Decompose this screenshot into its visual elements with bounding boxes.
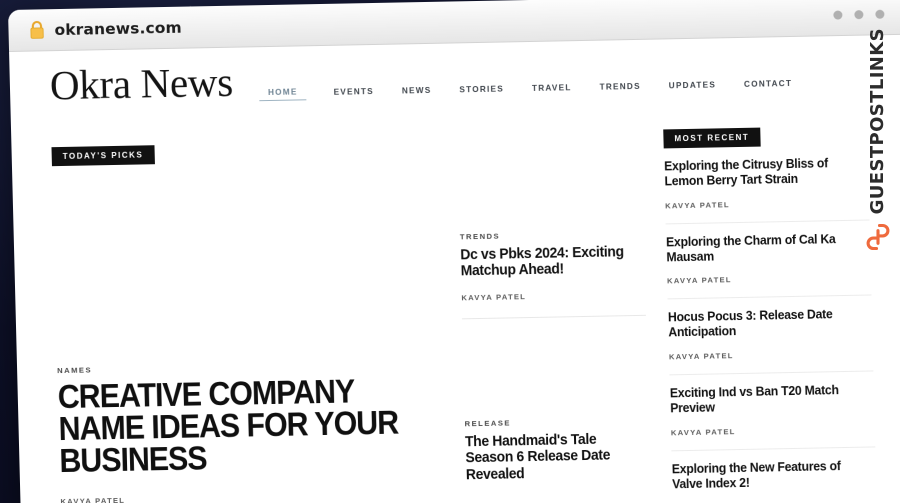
sidebar-article-title[interactable]: Exploring the Citrusy Bliss of Lemon Ber… bbox=[664, 156, 863, 190]
hero-image-placeholder bbox=[52, 159, 447, 366]
site-logo[interactable]: Okra News bbox=[49, 59, 233, 108]
browser-window-stage: okranews.com Okra News HOME EVENTS NEWS STO… bbox=[8, 0, 900, 503]
mid-article[interactable]: RELEASE The Handmaid's Tale Season 6 Rele… bbox=[462, 327, 650, 484]
hero-article[interactable]: NAMES CREATIVE COMPANY NAME IDEAS FOR YO… bbox=[57, 359, 451, 503]
sidebar-article[interactable]: Exploring the New Features of Valve Inde… bbox=[671, 447, 877, 503]
middle-column: TRENDS Dc vs Pbks 2024: Exciting Matchup … bbox=[441, 107, 652, 503]
address-bar[interactable]: okranews.com bbox=[28, 18, 182, 40]
url-text: okranews.com bbox=[54, 18, 182, 39]
sidebar-article[interactable]: Exciting Ind vs Ban T20 Match Preview KAV… bbox=[669, 372, 875, 451]
left-column: TODAY'S PICKS NAMES CREATIVE COMPANY NAM… bbox=[51, 111, 452, 503]
mid-article-byline: KAVYA PATEL bbox=[461, 291, 527, 303]
right-sidebar: MOST RECENT Exploring the Citrusy Bliss … bbox=[641, 103, 878, 503]
padlock-icon bbox=[30, 20, 44, 39]
main-navigation[interactable]: HOME EVENTS NEWS STORIES TRAVEL TRENDS UPDATES… bbox=[258, 76, 794, 104]
sidebar-article-byline: KAVYA PATEL bbox=[666, 275, 732, 286]
window-controls[interactable] bbox=[833, 9, 885, 20]
most-recent-list: Exploring the Citrusy Bliss of Lemon Ber… bbox=[664, 145, 878, 503]
mid-divider bbox=[461, 314, 646, 320]
nav-item-updates[interactable]: UPDATES bbox=[668, 78, 718, 92]
content-columns: TODAY'S PICKS NAMES CREATIVE COMPANY NAM… bbox=[33, 102, 895, 503]
minimize-dot[interactable] bbox=[833, 9, 843, 20]
sidebar-article-title[interactable]: Exploring the New Features of Valve Inde… bbox=[672, 458, 871, 492]
sidebar-article-byline: KAVYA PATEL bbox=[670, 426, 736, 438]
nav-item-news[interactable]: NEWS bbox=[401, 84, 433, 98]
mid-article-title[interactable]: The Handmaid's Tale Season 6 Release Dat… bbox=[465, 431, 643, 484]
mid-article-image-placeholder bbox=[462, 327, 649, 420]
hero-byline: KAVYA PATEL bbox=[60, 495, 126, 503]
nav-item-trends[interactable]: TRENDS bbox=[598, 80, 641, 94]
sidebar-article-byline: KAVYA PATEL bbox=[668, 351, 734, 362]
sidebar-article-title[interactable]: Exploring the Charm of Cal Ka Mausam bbox=[666, 231, 865, 265]
site-content: Okra News HOME EVENTS NEWS STORIES TRAVEL TRE… bbox=[9, 34, 900, 503]
mid-article[interactable]: TRENDS Dc vs Pbks 2024: Exciting Matchup … bbox=[457, 124, 646, 320]
close-dot[interactable] bbox=[875, 9, 885, 19]
nav-item-events[interactable]: EVENTS bbox=[332, 85, 375, 99]
nav-item-stories[interactable]: STORIES bbox=[458, 82, 505, 96]
sidebar-article[interactable]: Hocus Pocus 3: Release Date Anticipation… bbox=[668, 296, 874, 375]
todays-picks-badge: TODAY'S PICKS bbox=[51, 145, 155, 167]
mid-article-image-placeholder bbox=[457, 124, 644, 233]
sidebar-article-title[interactable]: Exciting Ind vs Ban T20 Match Preview bbox=[670, 383, 869, 417]
sidebar-article-title[interactable]: Hocus Pocus 3: Release Date Anticipation bbox=[668, 307, 867, 341]
hero-title[interactable]: CREATIVE COMPANY NAME IDEAS FOR YOUR BUS… bbox=[57, 372, 418, 479]
nav-item-home[interactable]: HOME bbox=[258, 85, 307, 102]
sidebar-article[interactable]: Exploring the Citrusy Bliss of Lemon Ber… bbox=[664, 145, 870, 224]
nav-item-travel[interactable]: TRAVEL bbox=[531, 81, 573, 95]
maximize-dot[interactable] bbox=[854, 9, 864, 19]
nav-item-contact[interactable]: CONTACT bbox=[743, 77, 793, 91]
browser-window: okranews.com Okra News HOME EVENTS NEWS STO… bbox=[8, 0, 900, 503]
sidebar-article-byline: KAVYA PATEL bbox=[665, 199, 730, 211]
mid-article-title[interactable]: Dc vs Pbks 2024: Exciting Matchup Ahead! bbox=[460, 244, 637, 280]
sidebar-article[interactable]: Exploring the Charm of Cal Ka Mausam KAVY… bbox=[666, 220, 872, 299]
most-recent-badge: MOST RECENT bbox=[663, 127, 761, 149]
